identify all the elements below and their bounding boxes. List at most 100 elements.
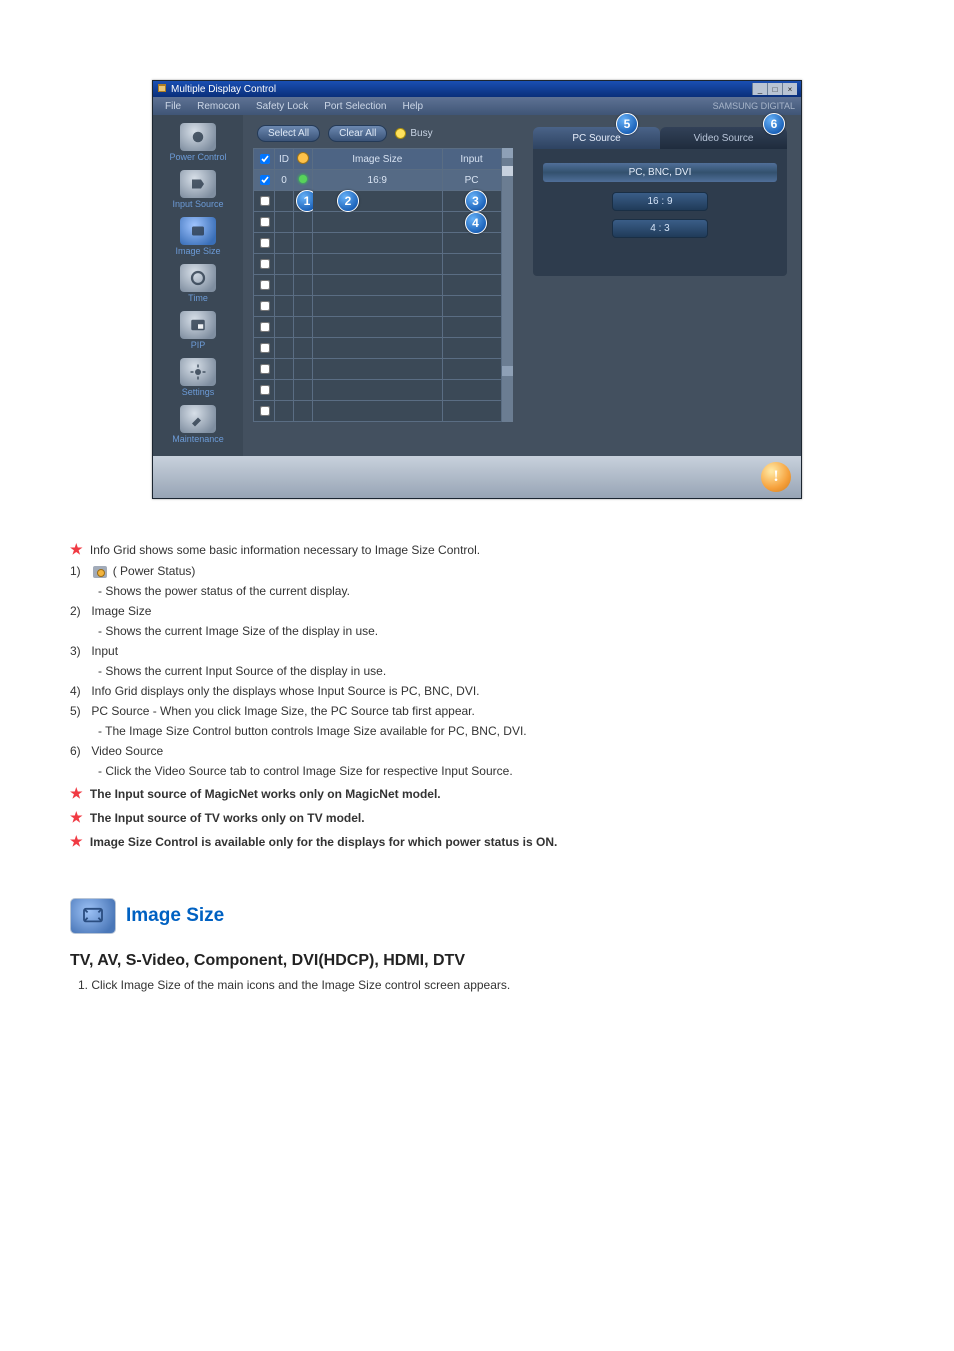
clear-all-button[interactable]: Clear All xyxy=(328,125,387,142)
scroll-down-icon[interactable] xyxy=(502,366,513,376)
doc-note-1: ★ The Input source of MagicNet works onl… xyxy=(70,783,884,804)
sidebar-label: Maintenance xyxy=(172,434,224,444)
cell-id: 0 xyxy=(275,170,294,191)
menu-port-selection[interactable]: Port Selection xyxy=(318,101,392,112)
row-checkbox[interactable] xyxy=(260,322,270,332)
star-icon: ★ xyxy=(70,785,83,801)
menu-help[interactable]: Help xyxy=(396,101,429,112)
sidebar-item-maintenance[interactable]: Maintenance xyxy=(153,403,243,446)
sidebar-item-pip[interactable]: PIP xyxy=(153,309,243,352)
intro-text: Info Grid shows some basic information n… xyxy=(90,543,480,557)
app-window: Multiple Display Control _ □ × File Remo… xyxy=(152,80,802,499)
brand-label: SAMSUNG DIGITAL xyxy=(713,101,795,111)
table-row xyxy=(254,401,502,422)
doc-note-3: ★ Image Size Control is available only f… xyxy=(70,831,884,852)
input-source-icon xyxy=(180,170,216,198)
table-row xyxy=(254,317,502,338)
doc-item-6: 6) Video Source xyxy=(70,742,884,760)
scroll-thumb[interactable] xyxy=(502,166,513,176)
statusbar: ! xyxy=(153,456,801,498)
sidebar-label: Image Size xyxy=(175,246,220,256)
image-size-section-icon xyxy=(70,898,116,934)
grid-toolbar: Select All Clear All Busy xyxy=(253,123,513,148)
row-checkbox[interactable] xyxy=(260,343,270,353)
doc-item-4: 4) Info Grid displays only the displays … xyxy=(70,682,884,700)
tab-label: Video Source xyxy=(694,133,754,144)
scroll-up-icon[interactable] xyxy=(502,148,513,158)
step-1: 1. Click Image Size of the main icons an… xyxy=(78,978,884,992)
menu-safety-lock[interactable]: Safety Lock xyxy=(250,101,314,112)
col-id: ID xyxy=(275,149,294,170)
close-button[interactable]: × xyxy=(782,83,797,95)
menubar: File Remocon Safety Lock Port Selection … xyxy=(153,97,801,115)
power-on-icon xyxy=(299,175,307,183)
row-checkbox[interactable] xyxy=(260,406,270,416)
maximize-button[interactable]: □ xyxy=(767,83,782,95)
sidebar: Power Control Input Source Image Size Ti… xyxy=(153,115,243,456)
col-checkbox[interactable] xyxy=(254,149,275,170)
section-header-image-size: Image Size xyxy=(70,898,884,934)
tab-label: PC Source xyxy=(572,133,620,144)
option-4-3-button[interactable]: 4 : 3 xyxy=(612,219,708,238)
row-checkbox[interactable] xyxy=(260,280,270,290)
row-checkbox[interactable] xyxy=(260,175,270,185)
doc-item-3: 3) Input xyxy=(70,642,884,660)
sidebar-item-input-source[interactable]: Input Source xyxy=(153,168,243,211)
row-checkbox[interactable] xyxy=(260,301,270,311)
power-header-icon xyxy=(297,152,309,164)
col-image-size: Image Size xyxy=(313,149,443,170)
menu-file[interactable]: File xyxy=(159,101,187,112)
cell-image-size: 16:9 xyxy=(313,170,443,191)
doc-item-2: 2) Image Size xyxy=(70,602,884,620)
star-icon: ★ xyxy=(70,541,83,557)
busy-label: Busy xyxy=(410,128,432,139)
sidebar-label: Time xyxy=(188,293,208,303)
sidebar-label: PIP xyxy=(191,340,206,350)
table-row: 4 xyxy=(254,212,502,233)
time-icon xyxy=(180,264,216,292)
minimize-button[interactable]: _ xyxy=(752,83,767,95)
callout-2: 2 xyxy=(337,190,359,212)
sidebar-label: Power Control xyxy=(169,152,226,162)
busy-dot-icon xyxy=(395,128,406,139)
row-checkbox[interactable] xyxy=(260,259,270,269)
sidebar-label: Input Source xyxy=(172,199,223,209)
section-title: Image Size xyxy=(126,905,224,927)
callout-5: 5 xyxy=(616,113,638,135)
callout-4: 4 xyxy=(465,212,487,234)
callout-3: 3 xyxy=(465,190,487,212)
tab-pc-source[interactable]: 5 PC Source xyxy=(533,127,660,149)
info-grid[interactable]: ID Image Size Input 0 16:9 PC xyxy=(253,148,502,422)
sidebar-item-settings[interactable]: Settings xyxy=(153,356,243,399)
tab-video-source[interactable]: 6 Video Source xyxy=(660,127,787,149)
table-row xyxy=(254,380,502,401)
maintenance-icon xyxy=(180,405,216,433)
row-checkbox[interactable] xyxy=(260,364,270,374)
option-16-9-button[interactable]: 16 : 9 xyxy=(612,192,708,211)
right-panel: 5 PC Source 6 Video Source PC, BNC, DVI … xyxy=(513,123,801,448)
callout-6: 6 xyxy=(763,113,785,135)
row-checkbox[interactable] xyxy=(260,238,270,248)
table-row xyxy=(254,254,502,275)
window-title: Multiple Display Control xyxy=(171,84,276,95)
table-row xyxy=(254,296,502,317)
row-checkbox[interactable] xyxy=(260,196,270,206)
help-button[interactable]: ! xyxy=(761,462,791,492)
table-row xyxy=(254,338,502,359)
row-checkbox[interactable] xyxy=(260,217,270,227)
select-all-button[interactable]: Select All xyxy=(257,125,320,142)
table-row xyxy=(254,275,502,296)
table-row[interactable]: 0 16:9 PC xyxy=(254,170,502,191)
scrollbar[interactable] xyxy=(502,148,513,422)
doc-item-5: 5) PC Source - When you click Image Size… xyxy=(70,702,884,720)
table-row xyxy=(254,233,502,254)
sidebar-item-power-control[interactable]: Power Control xyxy=(153,121,243,164)
sidebar-item-time[interactable]: Time xyxy=(153,262,243,305)
menu-remocon[interactable]: Remocon xyxy=(191,101,246,112)
sidebar-item-image-size[interactable]: Image Size xyxy=(153,215,243,258)
star-icon: ★ xyxy=(70,833,83,849)
row-checkbox[interactable] xyxy=(260,385,270,395)
col-input: Input xyxy=(442,149,501,170)
help-icon: ! xyxy=(773,468,778,486)
image-size-icon xyxy=(180,217,216,245)
